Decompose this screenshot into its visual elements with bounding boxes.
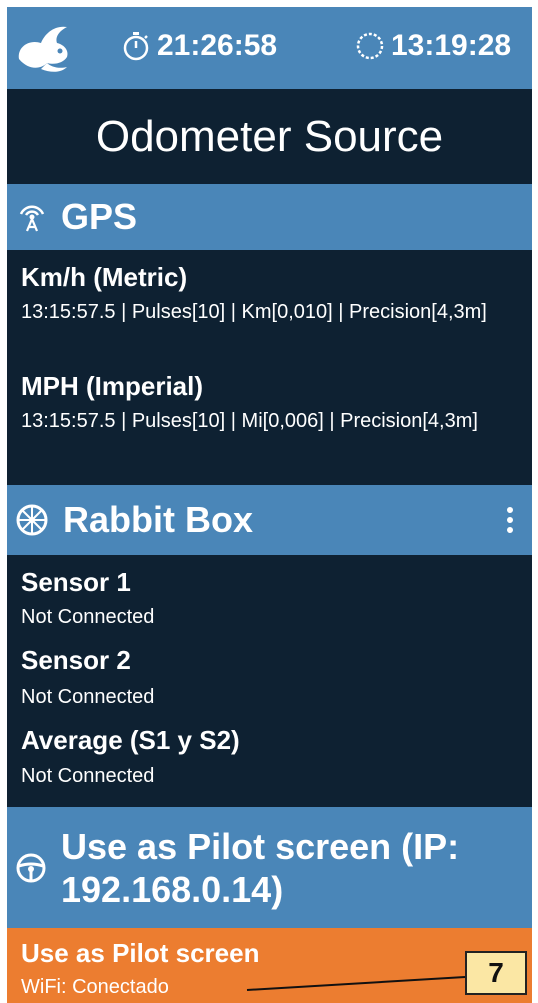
wheel-icon	[16, 504, 48, 536]
top-bar: 21:26:58 13:19:28	[7, 7, 532, 89]
pilot-item-highlighted[interactable]: Use as Pilot screen WiFi: Conectado	[7, 928, 532, 1003]
rabbit-item-title: Average (S1 y S2)	[21, 725, 240, 755]
pilot-title-line2: 192.168.0.14)	[61, 868, 284, 910]
antenna-icon	[19, 205, 45, 232]
rabbit-logo-icon[interactable]	[11, 19, 73, 81]
app-screen: 21:26:58 13:19:28 Odometer Source GPS Km…	[7, 7, 532, 1003]
rabbit-item-desc: Not Connected	[21, 765, 155, 787]
timer2-text: 13:19:28	[391, 29, 512, 62]
more-vertical-icon[interactable]	[506, 507, 514, 537]
rabbit-item-title: Sensor 2	[21, 645, 131, 675]
rabbit-box-title: Rabbit Box	[63, 499, 254, 540]
pilot-section-header[interactable]: Use as Pilot screen (IP: 192.168.0.14)	[7, 807, 532, 928]
gps-section-header[interactable]: GPS	[7, 184, 532, 250]
pilot-title-line1: Use as Pilot screen (IP:	[61, 825, 460, 867]
rabbit-item-desc: Not Connected	[21, 606, 155, 628]
clock-timer[interactable]: 13:19:28	[355, 29, 511, 63]
stopwatch-timer[interactable]: 21:26:58	[121, 29, 277, 63]
rabbit-item-title: Sensor 1	[21, 567, 131, 597]
gps-item-desc: 13:15:57.5 | Pulses[10] | Mi[0,006] | Pr…	[21, 410, 478, 432]
rabbit-item-desc: Not Connected	[21, 686, 155, 708]
gps-item-title: Km/h (Metric)	[21, 262, 188, 292]
rabbit-box-section-header[interactable]: Rabbit Box	[7, 485, 532, 555]
clock-dotted-icon	[356, 32, 384, 60]
pilot-title: Use as Pilot screen (IP: 192.168.0.14)	[61, 825, 459, 911]
pilot-item-title: Use as Pilot screen	[21, 938, 260, 968]
stopwatch-icon	[123, 32, 149, 61]
callout-badge: 7	[465, 951, 527, 995]
gps-title: GPS	[61, 196, 138, 237]
gps-item-desc: 13:15:57.5 | Pulses[10] | Km[0,010] | Pr…	[21, 301, 487, 323]
gps-item-title: MPH (Imperial)	[21, 371, 204, 401]
steering-wheel-icon	[16, 853, 46, 882]
page-title: Odometer Source	[95, 111, 444, 161]
timer1-text: 21:26:58	[157, 29, 278, 62]
pilot-item-desc: WiFi: Conectado	[21, 976, 169, 998]
